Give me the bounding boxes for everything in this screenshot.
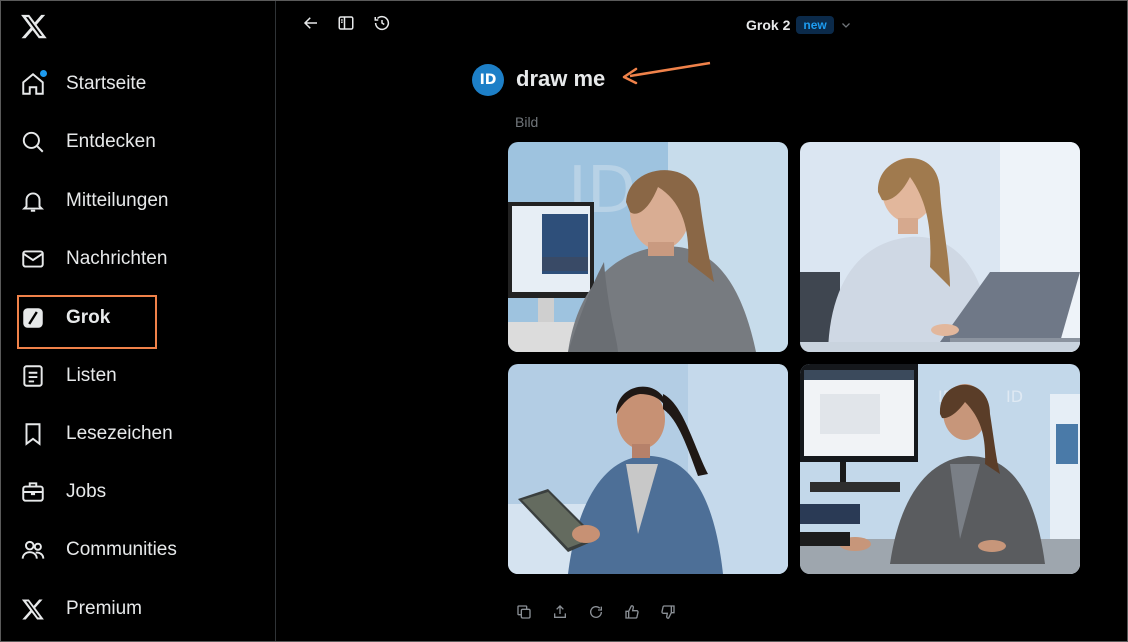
copy-button[interactable] [514, 604, 534, 624]
share-button[interactable] [550, 604, 570, 624]
share-icon [552, 604, 568, 625]
avatar: ID [472, 64, 504, 96]
annotation-arrow-icon [622, 61, 711, 85]
search-icon [17, 126, 49, 158]
sidebar-toggle-button[interactable] [334, 13, 358, 37]
sidebar-item-lesezeichen[interactable]: Lesezeichen [17, 412, 173, 456]
sidebar-item-startseite[interactable]: Startseite [17, 62, 146, 106]
sidebar-item-mitteilungen[interactable]: Mitteilungen [17, 179, 168, 223]
mail-icon [17, 243, 49, 275]
image-caption: Bild [515, 114, 539, 130]
x-premium-icon [17, 593, 49, 625]
sidebar-item-label: Listen [66, 365, 117, 386]
thumbs-up-icon [624, 604, 640, 625]
sidebar-item-label: Nachrichten [66, 248, 168, 269]
chevron-down-icon [840, 18, 854, 32]
x-logo-icon[interactable] [20, 12, 48, 40]
regenerate-button[interactable] [586, 604, 606, 624]
dislike-button[interactable] [658, 604, 678, 624]
sidebar-item-nachrichten[interactable]: Nachrichten [17, 237, 167, 281]
model-selector[interactable]: Grok 2 new [746, 12, 854, 38]
sidebar-item-label: Mitteilungen [66, 190, 169, 211]
svg-text:ID: ID [1006, 387, 1023, 406]
generated-image-3[interactable] [508, 364, 788, 574]
sidebar-item-communities[interactable]: Communities [17, 528, 177, 572]
sidebar-item-label: Communities [66, 539, 177, 560]
sidebar-item-label: Premium [66, 598, 143, 619]
sidebar-item-label: Startseite [66, 73, 147, 94]
communities-icon [17, 534, 49, 566]
regenerate-icon [588, 604, 604, 625]
thumbs-down-icon [660, 604, 676, 625]
list-icon [17, 360, 49, 392]
sidebar-item-label: Entdecken [66, 131, 156, 152]
user-prompt: draw me [516, 66, 606, 91]
sidebar-item-label: Jobs [66, 481, 107, 502]
generated-image-4[interactable]: ID ID [800, 364, 1080, 574]
briefcase-icon [17, 476, 49, 508]
sidebar-item-jobs[interactable]: Jobs [17, 470, 106, 514]
copy-icon [516, 604, 532, 625]
generated-image-2[interactable] [800, 142, 1080, 352]
sidebar-item-label: Lesezeichen [66, 423, 173, 444]
new-badge: new [796, 16, 834, 34]
sidebar-item-listen[interactable]: Listen [17, 354, 117, 398]
arrow-left-icon [302, 14, 320, 37]
generated-image-1[interactable]: ID [508, 142, 788, 352]
like-button[interactable] [622, 604, 642, 624]
notification-dot [40, 70, 47, 77]
panel-icon [337, 14, 355, 37]
history-button[interactable] [370, 13, 394, 37]
home-icon [17, 68, 49, 100]
back-button[interactable] [299, 13, 323, 37]
history-icon [373, 14, 391, 37]
sidebar-item-premium[interactable]: Premium [17, 587, 142, 631]
grok-highlight-annotation [17, 295, 157, 349]
model-name: Grok 2 [746, 17, 791, 33]
sidebar-item-entdecken[interactable]: Entdecken [17, 120, 156, 164]
bell-icon [17, 185, 49, 217]
bookmark-icon [17, 418, 49, 450]
